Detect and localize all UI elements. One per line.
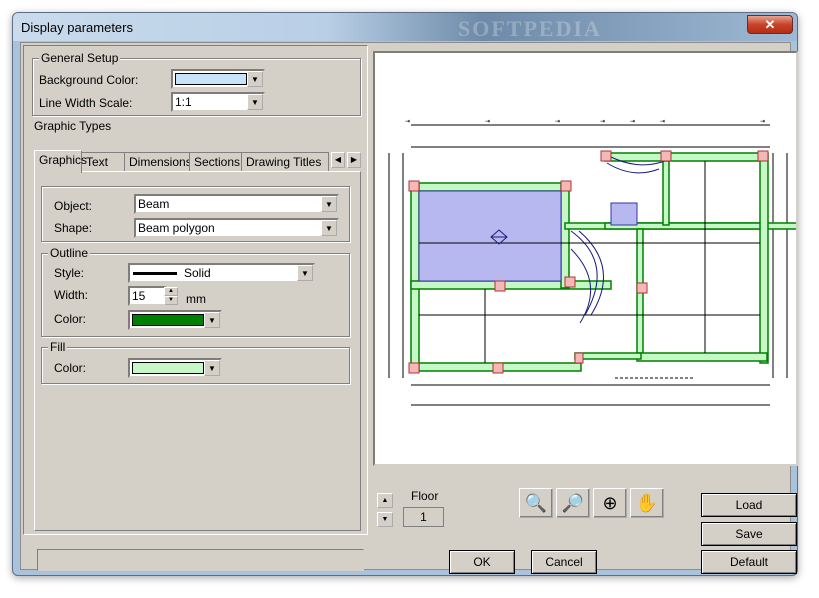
outline-color-select[interactable]: ▼: [128, 310, 222, 330]
general-setup-label: General Setup: [39, 51, 121, 65]
graphics-tab-page: Object: Beam ▼ Shape: Beam polygon ▼ Out…: [34, 171, 361, 531]
zoom-out-icon: 🔎: [561, 493, 585, 513]
default-button[interactable]: Default: [701, 550, 797, 574]
background-color-select[interactable]: ▼: [171, 69, 265, 89]
chevron-down-icon[interactable]: ▼: [321, 220, 337, 236]
line-style-preview: [133, 272, 177, 275]
outline-style-select[interactable]: Solid ▼: [128, 263, 315, 283]
dialog-window: Display parameters SOFTPEDIA ✕ General S…: [12, 12, 819, 576]
shape-value: Beam polygon: [138, 221, 215, 235]
tab-scroll-left-button[interactable]: ◀: [331, 152, 345, 168]
svg-text:⇥: ⇥: [555, 119, 560, 125]
outline-width-stepper[interactable]: ▲ ▼: [164, 287, 178, 305]
floor-plan-preview[interactable]: ⇥ ⇥ ⇥ ⇥ ⇥ ⇥ ⇥: [373, 51, 819, 466]
tab-graphics[interactable]: Graphics: [34, 150, 87, 173]
background-color-label: Background Color:: [39, 73, 139, 87]
line-width-scale-select[interactable]: 1:1 ▼: [171, 92, 265, 112]
general-setup-group: General Setup Background Color: ▼ Line W…: [32, 51, 361, 116]
pan-hand-icon: ✋: [635, 493, 659, 513]
outline-color-label: Color:: [54, 312, 87, 326]
title-bar[interactable]: Display parameters SOFTPEDIA ✕: [13, 13, 797, 41]
zoom-extents-icon: ⊕: [602, 493, 618, 513]
outline-width-value: 15: [132, 289, 146, 303]
fill-group: Fill Color: ▼: [41, 340, 350, 384]
svg-text:⇥: ⇥: [405, 119, 410, 125]
object-shape-box: Object: Beam ▼ Shape: Beam polygon ▼: [41, 186, 350, 242]
tab-scroll-right-button[interactable]: ▶: [347, 152, 361, 168]
outline-width-input[interactable]: 15: [128, 286, 166, 306]
status-bar: [37, 549, 364, 571]
chevron-down-icon[interactable]: ▼: [321, 196, 337, 212]
fill-label: Fill: [48, 340, 68, 354]
svg-text:⇥: ⇥: [485, 119, 490, 125]
style-label: Style:: [54, 266, 85, 280]
chevron-down-icon[interactable]: ▼: [247, 94, 263, 110]
floor-number: 1: [403, 507, 444, 527]
stepper-up-icon[interactable]: ▲: [164, 287, 178, 296]
fill-color-select[interactable]: ▼: [128, 358, 222, 378]
svg-text:⇥: ⇥: [600, 119, 605, 125]
object-label: Object:: [54, 199, 93, 213]
tab-text[interactable]: Text: [81, 152, 125, 172]
outline-label: Outline: [48, 246, 91, 260]
fill-color-swatch: [132, 362, 204, 374]
line-width-scale-value: 1:1: [175, 95, 192, 109]
tab-sections[interactable]: Sections: [189, 152, 242, 172]
zoom-extents-button[interactable]: ⊕: [593, 488, 627, 518]
zoom-in-icon: 🔍: [524, 493, 548, 513]
svg-text:⇥: ⇥: [660, 119, 665, 125]
settings-panel: General Setup Background Color: ▼ Line W…: [23, 45, 368, 535]
graphic-types-label: Graphic Types: [32, 119, 114, 133]
outline-style-value: Solid: [184, 266, 211, 280]
width-unit: mm: [186, 292, 206, 306]
tab-drawing-titles[interactable]: Drawing Titles: [241, 152, 329, 172]
fill-color-label: Color:: [54, 361, 87, 375]
floor-plan-drawing: ⇥ ⇥ ⇥ ⇥ ⇥ ⇥ ⇥: [388, 119, 819, 406]
object-value: Beam: [138, 197, 170, 211]
zoom-in-button[interactable]: 🔍: [519, 488, 553, 518]
graphic-types-tabs: Graphics Text Dimensions Sections Drawin…: [34, 150, 369, 173]
ok-button[interactable]: OK: [449, 550, 515, 574]
floor-label: Floor: [411, 489, 439, 503]
close-button[interactable]: ✕: [747, 15, 793, 34]
stepper-down-icon[interactable]: ▼: [164, 296, 178, 305]
floor-down-button[interactable]: ▼: [377, 512, 393, 527]
outline-color-swatch: [132, 314, 204, 326]
chevron-down-icon[interactable]: ▼: [204, 360, 220, 376]
floor-up-button[interactable]: ▲: [377, 493, 393, 508]
watermark: SOFTPEDIA: [458, 16, 602, 41]
outline-group: Outline Style: Solid ▼ Width: 15 ▲ ▼ mm …: [41, 246, 350, 337]
chevron-down-icon[interactable]: ▼: [247, 71, 263, 87]
line-width-scale-label: Line Width Scale:: [39, 96, 133, 110]
pan-button[interactable]: ✋: [630, 488, 664, 518]
width-label: Width:: [54, 288, 89, 302]
cancel-button[interactable]: Cancel: [531, 550, 597, 574]
background-color-swatch: [175, 73, 247, 85]
dialog-client: General Setup Background Color: ▼ Line W…: [20, 42, 819, 574]
svg-text:⇥: ⇥: [760, 119, 765, 125]
svg-text:⇥: ⇥: [630, 119, 635, 125]
object-select[interactable]: Beam ▼: [134, 194, 339, 214]
shape-select[interactable]: Beam polygon ▼: [134, 218, 339, 238]
chevron-down-icon[interactable]: ▼: [204, 312, 220, 328]
chevron-down-icon[interactable]: ▼: [297, 265, 313, 281]
window-title: Display parameters: [21, 20, 133, 35]
shape-label: Shape:: [54, 221, 93, 235]
save-button[interactable]: Save: [701, 522, 797, 546]
zoom-out-button[interactable]: 🔎: [556, 488, 590, 518]
load-button[interactable]: Load: [701, 493, 797, 517]
tab-dimensions[interactable]: Dimensions: [124, 152, 192, 172]
